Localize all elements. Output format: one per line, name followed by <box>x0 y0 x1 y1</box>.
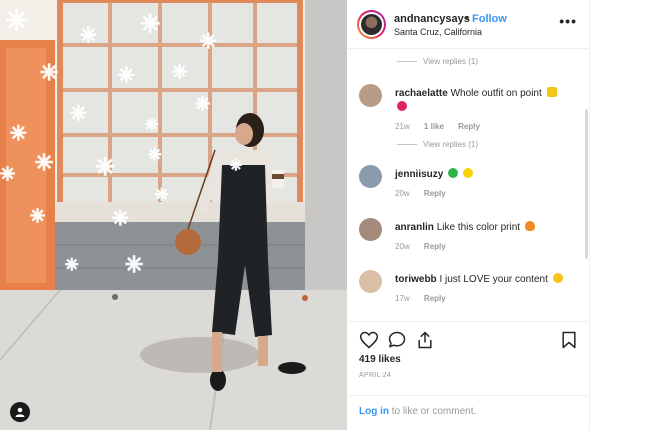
comment-age: 17w <box>395 294 410 303</box>
login-prompt-text: to like or comment. <box>389 406 477 417</box>
svg-text:✳: ✳ <box>118 63 135 87</box>
author-avatar[interactable] <box>357 10 386 39</box>
commenter-username[interactable]: rachaelatte <box>395 88 448 99</box>
comment-meta: 20w Reply <box>395 189 458 198</box>
svg-text:✳: ✳ <box>80 23 97 47</box>
login-prompt: Log in to like or comment. <box>347 395 590 430</box>
reply-button[interactable]: Reply <box>458 122 480 131</box>
comment-likes[interactable]: 1 like <box>424 122 444 131</box>
commenter-avatar[interactable] <box>359 270 382 293</box>
svg-text:✳: ✳ <box>10 121 27 145</box>
svg-text:✳: ✳ <box>195 94 210 115</box>
svg-text:✳: ✳ <box>70 101 87 125</box>
red-heart-icon <box>397 101 407 111</box>
sparkles-icon <box>546 87 557 97</box>
reply-button[interactable]: Reply <box>424 294 446 303</box>
bookmark-icon <box>562 331 576 349</box>
author-username[interactable]: andnancysays <box>394 13 470 25</box>
svg-text:✳: ✳ <box>30 206 45 227</box>
comment-meta: 20w Reply <box>395 242 458 251</box>
svg-text:✳: ✳ <box>140 10 160 38</box>
comment-meta: 21w 1 like Reply <box>395 122 492 131</box>
comment-text: Like this color print <box>436 222 521 233</box>
commenter-username[interactable]: toriwebb <box>395 274 437 285</box>
comment-age: 21w <box>395 122 410 131</box>
post-sidebar: andnancysays • Follow Santa Cruz, Califo… <box>347 0 590 430</box>
svg-text:✳: ✳ <box>35 151 53 176</box>
view-replies-label: View replies (1) <box>423 140 478 149</box>
reply-button[interactable]: Reply <box>424 242 446 251</box>
svg-text:✳: ✳ <box>145 115 158 134</box>
share-icon <box>418 331 432 349</box>
user-tag-button[interactable] <box>10 402 30 422</box>
svg-text:✳: ✳ <box>200 29 217 53</box>
svg-text:✳: ✳ <box>125 253 143 278</box>
post-date[interactable]: APRIL 24 <box>359 372 391 379</box>
likes-count[interactable]: 419 likes <box>359 354 401 365</box>
green-heart-icon <box>448 168 459 178</box>
svg-text:✳: ✳ <box>148 145 161 164</box>
commenter-username[interactable]: jenniisuzy <box>395 169 443 180</box>
separator-dot: • <box>465 13 469 25</box>
comment-bubble-icon <box>388 331 406 348</box>
post-actions: 419 likes APRIL 24 <box>347 321 590 403</box>
svg-text:✳: ✳ <box>0 164 15 185</box>
commenter-avatar[interactable] <box>359 84 382 107</box>
view-replies-link[interactable]: View replies (1) <box>397 140 478 149</box>
comment-age: 20w <box>395 189 410 198</box>
view-replies-label: View replies (1) <box>423 57 478 66</box>
comment-text: I just LOVE your content <box>439 274 548 285</box>
share-button[interactable] <box>415 330 435 350</box>
login-link[interactable]: Log in <box>359 406 389 417</box>
comments-list[interactable]: View replies (1) rachaelatte Whole outfi… <box>347 49 590 321</box>
svg-text:✳: ✳ <box>95 153 115 181</box>
svg-text:✳: ✳ <box>172 62 187 83</box>
like-button[interactable] <box>359 330 379 350</box>
post-location[interactable]: Santa Cruz, California <box>394 27 482 37</box>
post-photo-image: ✳ ✳ ✳ ✳ ✳ ✳ ✳ ✳ ✳ ✳ ✳ ✳ ✳ ✳ ✳ ✳ ✳ ✳ ✳ ✳ … <box>0 0 347 430</box>
svg-text:✳: ✳ <box>155 185 168 204</box>
commenter-avatar[interactable] <box>359 218 382 241</box>
heart-eyes-icon <box>552 273 563 283</box>
comment-meta: 17w Reply <box>395 294 458 303</box>
svg-text:✳: ✳ <box>230 158 242 174</box>
follow-button[interactable]: Follow <box>472 13 507 25</box>
fire-icon <box>524 221 535 231</box>
heart-icon <box>359 331 379 349</box>
commenter-username[interactable]: anranlin <box>395 222 434 233</box>
post-header: andnancysays • Follow Santa Cruz, Califo… <box>347 0 589 49</box>
yellow-heart-icon <box>462 168 473 178</box>
commenter-avatar[interactable] <box>359 165 382 188</box>
view-replies-link[interactable]: View replies (1) <box>397 57 478 66</box>
comments-scrollbar[interactable] <box>585 109 588 259</box>
view-replies-line <box>397 61 417 62</box>
reply-button[interactable]: Reply <box>424 189 446 198</box>
svg-text:✳: ✳ <box>112 206 129 230</box>
comment-age: 20w <box>395 242 410 251</box>
view-replies-line <box>397 144 417 145</box>
more-options-icon[interactable]: ••• <box>559 13 577 29</box>
comment-text: Whole outfit on point <box>450 88 542 99</box>
post-photo[interactable]: ✳ ✳ ✳ ✳ ✳ ✳ ✳ ✳ ✳ ✳ ✳ ✳ ✳ ✳ ✳ ✳ ✳ ✳ ✳ ✳ … <box>0 0 347 430</box>
svg-text:✳: ✳ <box>5 4 28 37</box>
save-button[interactable] <box>559 330 579 350</box>
svg-text:✳: ✳ <box>65 255 78 274</box>
user-tag-icon <box>15 407 25 417</box>
comment-button[interactable] <box>387 330 407 350</box>
svg-text:✳: ✳ <box>40 61 58 86</box>
